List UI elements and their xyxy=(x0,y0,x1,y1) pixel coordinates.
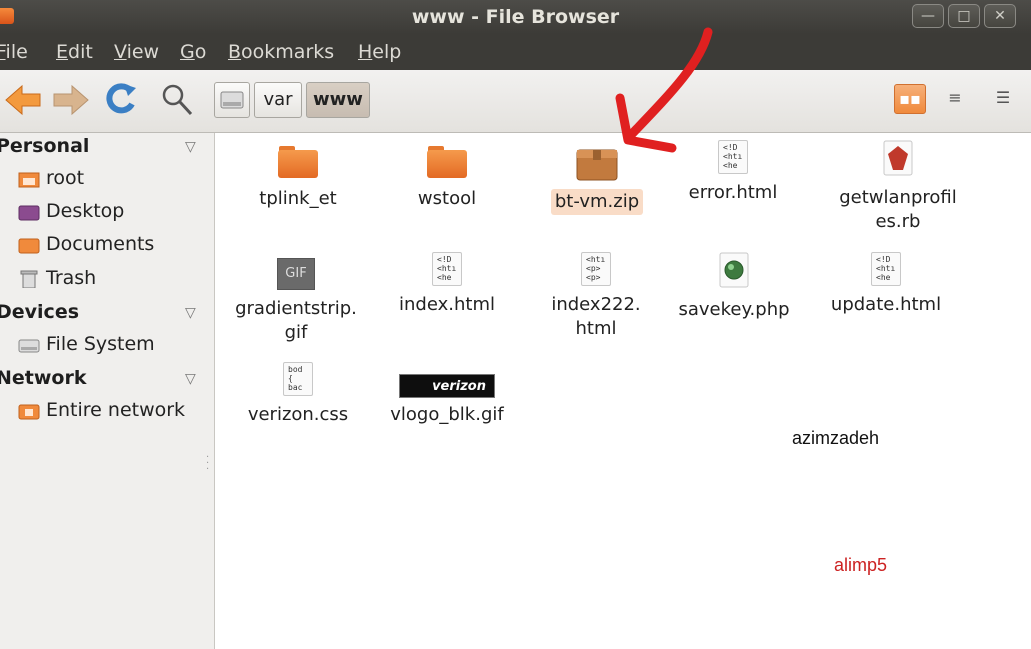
file-label: vlogo_blk.gif xyxy=(390,404,504,425)
drive-icon xyxy=(220,91,244,109)
css-file-icon: bod{bac xyxy=(283,362,313,396)
sidebar-item-documents[interactable]: Documents xyxy=(18,231,154,257)
sidebar-section-devices[interactable]: Devices xyxy=(0,301,79,323)
window-title: www - File Browser xyxy=(411,6,620,28)
menu-edit[interactable]: Edit xyxy=(56,41,93,63)
reload-icon[interactable] xyxy=(104,82,140,118)
sidebar-item-root[interactable]: root xyxy=(18,165,84,191)
close-button[interactable]: ✕ xyxy=(984,4,1016,28)
folder-icon xyxy=(427,146,467,178)
file-label: savekey.php xyxy=(678,299,790,320)
folder-icon xyxy=(18,238,40,253)
file-item-wstool[interactable]: wstool xyxy=(377,146,517,212)
trash-icon xyxy=(20,270,38,288)
html-file-icon: <!D <htı <he xyxy=(432,252,462,286)
collapse-triangle-icon[interactable]: ▽ xyxy=(185,139,196,155)
search-icon[interactable] xyxy=(160,82,194,118)
network-icon xyxy=(18,404,40,419)
sidebar-section-network[interactable]: Network xyxy=(0,367,86,389)
file-item-index222-html[interactable]: <htı <p> <p> index222. html xyxy=(526,252,666,342)
folder-icon xyxy=(278,146,318,178)
back-arrow-icon[interactable] xyxy=(4,84,42,116)
gif-thumbnail-icon: GIF xyxy=(277,258,315,290)
menu-bar: File Edit View Go Bookmarks Help xyxy=(0,34,1031,70)
compact-view-button[interactable]: ☰ xyxy=(988,84,1018,112)
list-view-button[interactable]: ≡ xyxy=(940,84,970,112)
file-item-savekey-php[interactable]: savekey.php xyxy=(664,252,804,323)
file-label: gradientstrip. gif xyxy=(235,298,357,343)
file-label: wstool xyxy=(417,188,477,209)
file-label: bt-vm.zip xyxy=(550,189,644,215)
path-crumb-var[interactable]: var xyxy=(254,82,302,118)
annotation-text: alimp5 xyxy=(834,555,888,575)
title-bar: www - File Browser — □ ✕ xyxy=(0,0,1031,34)
sidebar-item-file-system[interactable]: File System xyxy=(18,331,155,357)
file-label: update.html xyxy=(830,294,942,315)
menu-help[interactable]: Help xyxy=(358,41,401,63)
menu-bookmarks[interactable]: Bookmarks xyxy=(228,41,334,63)
annotation-text: azimzadeh xyxy=(792,428,880,448)
verizon-logo-thumbnail-icon: verizon xyxy=(399,374,495,398)
path-crumb-www[interactable]: www xyxy=(306,82,370,118)
file-item-gradientstrip-gif[interactable]: GIF gradientstrip. gif xyxy=(226,256,366,346)
html-file-icon: <!D <htı <he xyxy=(871,252,901,286)
file-item-verizon-css[interactable]: bod{bac verizon.css xyxy=(228,362,368,428)
file-item-vlogo-blk-gif[interactable]: verizon vlogo_blk.gif xyxy=(377,368,517,428)
minimize-button[interactable]: — xyxy=(912,4,944,28)
file-label: error.html xyxy=(688,182,778,203)
forward-arrow-icon[interactable] xyxy=(52,84,90,116)
sidebar-section-personal[interactable]: Personal xyxy=(0,135,89,157)
file-item-getwlanprofiles-rb[interactable]: getwlanprofil es.rb xyxy=(828,140,968,235)
home-folder-icon xyxy=(18,172,40,187)
sidebar-item-desktop[interactable]: Desktop xyxy=(18,198,124,224)
sidebar-item-entire-network[interactable]: Entire network xyxy=(18,397,185,423)
file-item-index-html[interactable]: <!D <htı <he index.html xyxy=(377,252,517,318)
file-item-update-html[interactable]: <!D <htı <he update.html xyxy=(816,252,956,318)
toolbar: var www ▪▪ ≡ ☰ xyxy=(0,70,1031,133)
drive-icon xyxy=(18,339,40,352)
ruby-file-icon xyxy=(883,140,913,176)
drive-crumb[interactable] xyxy=(214,82,250,118)
file-label: tplink_et xyxy=(259,188,337,209)
desktop-icon xyxy=(18,205,40,220)
menu-file[interactable]: File xyxy=(0,41,28,63)
collapse-triangle-icon[interactable]: ▽ xyxy=(185,371,196,387)
red-arrow-annotation xyxy=(615,27,713,153)
file-label: getwlanprofil es.rb xyxy=(839,187,957,232)
file-label: index.html xyxy=(399,294,495,315)
php-file-icon xyxy=(719,252,749,288)
sidebar: Personal ▽ root Desktop Documents Trash … xyxy=(0,133,215,649)
collapse-triangle-icon[interactable]: ▽ xyxy=(185,305,196,321)
icon-view-button[interactable]: ▪▪ xyxy=(894,84,926,114)
resize-grip[interactable]: · · · xyxy=(206,453,209,475)
file-label: verizon.css xyxy=(247,404,349,425)
sidebar-item-trash[interactable]: Trash xyxy=(18,265,96,291)
file-label: index222. html xyxy=(551,294,641,339)
menu-go[interactable]: Go xyxy=(180,41,206,63)
menu-view[interactable]: View xyxy=(114,41,159,63)
maximize-button[interactable]: □ xyxy=(948,4,980,28)
file-item-tplink-et[interactable]: tplink_et xyxy=(228,146,368,212)
html-file-icon: <htı <p> <p> xyxy=(581,252,611,286)
